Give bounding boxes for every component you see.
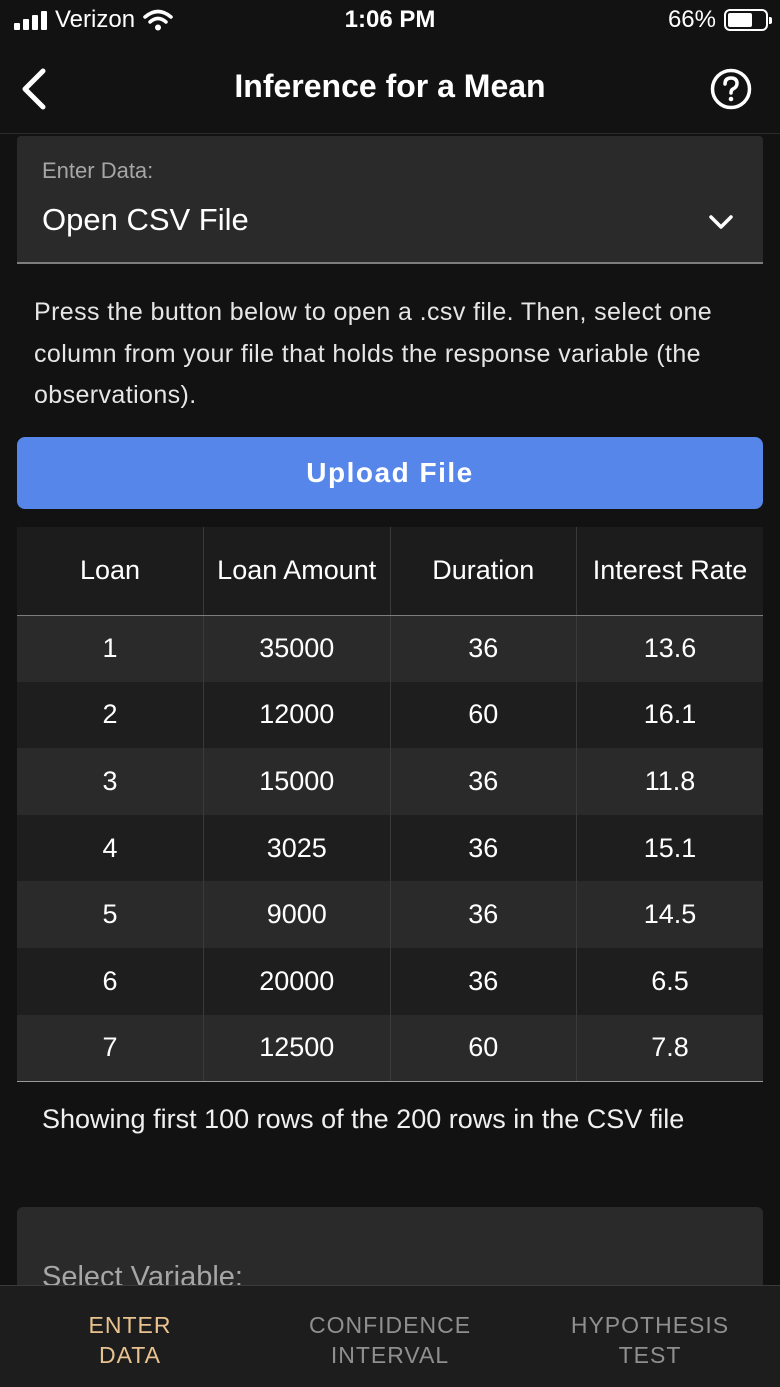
help-button[interactable] bbox=[710, 68, 752, 110]
table-cell: 9000 bbox=[203, 881, 391, 948]
column-header: Loan bbox=[17, 527, 204, 616]
table-cell: 1 bbox=[17, 615, 204, 682]
instructions-text: Press the button below to open a .csv fi… bbox=[34, 298, 713, 409]
select-variable-field[interactable]: Select Variable: bbox=[17, 1207, 763, 1297]
table-cell: 36 bbox=[390, 881, 577, 948]
chevron-down-icon bbox=[709, 215, 733, 229]
tab-label-line1: HYPOTHESIS bbox=[570, 1312, 730, 1338]
table-cell: 5 bbox=[17, 881, 204, 948]
table-cell: 6 bbox=[17, 947, 204, 1015]
table-cell: 2 bbox=[17, 681, 204, 749]
status-time: 1:06 PM bbox=[344, 6, 436, 33]
table-cell: 13.6 bbox=[576, 615, 763, 682]
rows-count-note: Showing first 100 rows of the 200 rows i… bbox=[42, 1104, 685, 1134]
question-circle-icon bbox=[710, 68, 752, 110]
table-cell: 7.8 bbox=[576, 1014, 763, 1082]
tab-confidence-interval[interactable]: CONFIDENCE INTERVAL bbox=[260, 1286, 520, 1387]
table-cell: 15000 bbox=[203, 748, 391, 815]
table-row: 5 9000 36 14.5 bbox=[17, 881, 763, 948]
tab-label-line1: ENTER bbox=[88, 1312, 172, 1338]
table-row: 4 3025 36 15.1 bbox=[17, 814, 763, 882]
table-cell: 12000 bbox=[203, 681, 391, 749]
table-cell: 36 bbox=[390, 947, 577, 1015]
table-cell: 60 bbox=[390, 1014, 577, 1082]
table-cell: 12500 bbox=[203, 1014, 391, 1082]
page-title: Inference for a Mean bbox=[234, 68, 546, 104]
battery-icon bbox=[724, 9, 772, 31]
enter-data-value: Open CSV File bbox=[42, 202, 249, 237]
upload-file-button[interactable]: Upload File bbox=[17, 437, 763, 509]
table-cell: 15.1 bbox=[576, 814, 763, 882]
data-table: Loan Loan Amount Duration Interest Rate … bbox=[17, 527, 763, 1082]
tab-hypothesis-test[interactable]: HYPOTHESIS TEST bbox=[520, 1286, 780, 1387]
tab-label-line2: TEST bbox=[618, 1342, 682, 1368]
enter-data-label: Enter Data: bbox=[42, 158, 154, 183]
table-row: 3 15000 36 11.8 bbox=[17, 748, 763, 815]
table-cell: 6.5 bbox=[576, 947, 763, 1015]
table-cell: 36 bbox=[390, 814, 577, 882]
status-bar: Verizon 1:06 PM 66% bbox=[0, 0, 780, 44]
table-cell: 3025 bbox=[203, 814, 391, 882]
table-cell: 36 bbox=[390, 615, 577, 682]
table-cell: 35000 bbox=[203, 615, 391, 682]
column-header: Loan Amount bbox=[203, 527, 391, 616]
table-cell: 60 bbox=[390, 681, 577, 749]
battery-percent: 66% bbox=[667, 6, 716, 33]
enter-data-select[interactable]: Enter Data: Open CSV File bbox=[17, 136, 763, 264]
table-cell: 36 bbox=[390, 748, 577, 815]
column-header: Interest Rate bbox=[576, 527, 763, 616]
tab-label-line2: DATA bbox=[99, 1342, 161, 1368]
table-cell: 7 bbox=[17, 1014, 204, 1082]
table-cell: 3 bbox=[17, 748, 204, 815]
table-cell: 4 bbox=[17, 814, 204, 882]
table-cell: 11.8 bbox=[576, 748, 763, 815]
table-cell: 20000 bbox=[203, 947, 391, 1015]
tab-label-line2: INTERVAL bbox=[330, 1342, 450, 1368]
table-cell: 16.1 bbox=[576, 681, 763, 749]
table-header-row: Loan Loan Amount Duration Interest Rate bbox=[17, 527, 763, 616]
table-row: 1 35000 36 13.6 bbox=[17, 615, 763, 682]
tab-label-line1: CONFIDENCE bbox=[308, 1312, 472, 1338]
table-row: 6 20000 36 6.5 bbox=[17, 947, 763, 1015]
nav-bar: Inference for a Mean bbox=[0, 44, 780, 134]
bottom-tab-bar: ENTER DATA CONFIDENCE INTERVAL HYPOTHESI… bbox=[0, 1285, 780, 1387]
status-right: 66% bbox=[667, 6, 772, 34]
table-row: 2 12000 60 16.1 bbox=[17, 681, 763, 749]
table-cell: 14.5 bbox=[576, 881, 763, 948]
column-header: Duration bbox=[390, 527, 577, 616]
table-row: 7 12500 60 7.8 bbox=[17, 1014, 763, 1082]
tab-enter-data[interactable]: ENTER DATA bbox=[0, 1286, 260, 1387]
